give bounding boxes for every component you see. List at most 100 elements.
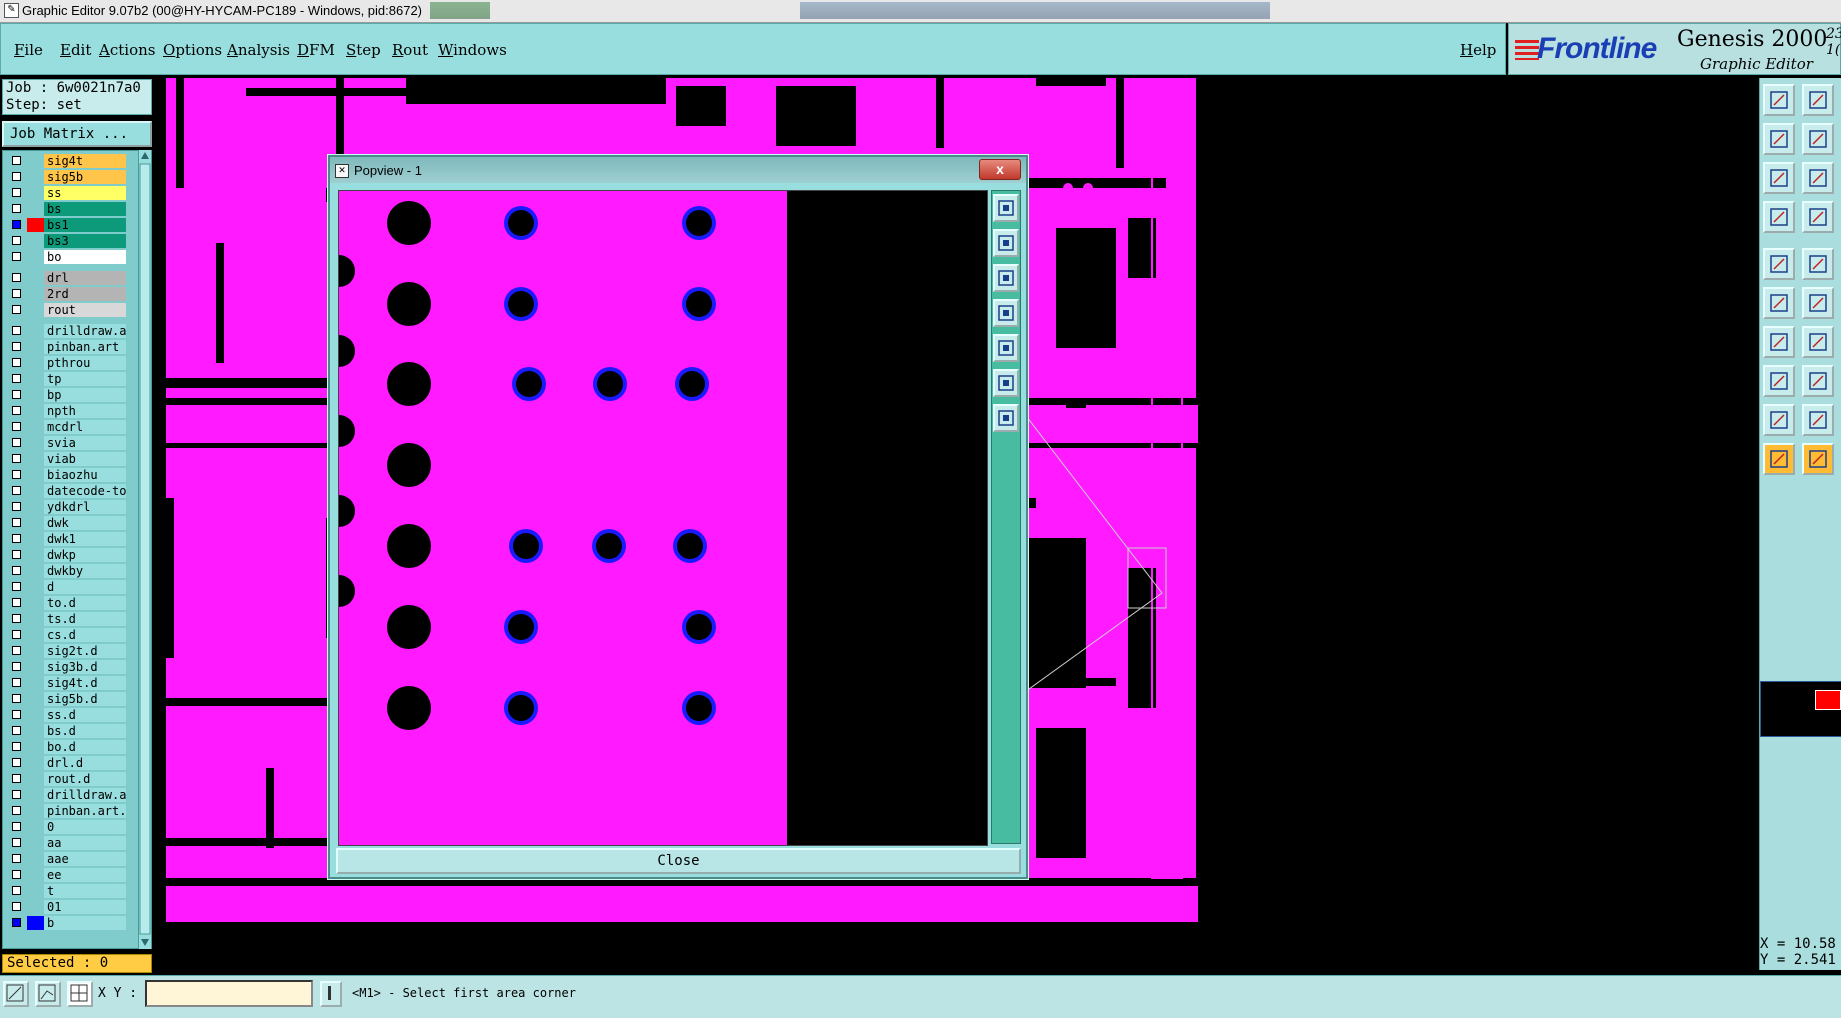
layer-row[interactable]: to.d xyxy=(7,596,126,610)
popview-canvas[interactable] xyxy=(338,190,988,846)
layer-checkbox[interactable] xyxy=(12,236,21,245)
layer-row[interactable]: bo xyxy=(7,250,126,264)
menu-windows[interactable]: Windows xyxy=(438,41,507,59)
layer-checkbox[interactable] xyxy=(12,550,21,559)
layer-checkbox[interactable] xyxy=(12,252,21,261)
layer-checkbox[interactable] xyxy=(12,566,21,575)
menu-rout[interactable]: Rout xyxy=(392,41,428,59)
layer-row[interactable]: rout xyxy=(7,303,126,317)
layer-checkbox[interactable] xyxy=(12,422,21,431)
layer-checkbox[interactable] xyxy=(12,188,21,197)
layer-row[interactable]: dwk1 xyxy=(7,532,126,546)
menu-dfm[interactable]: DFM xyxy=(297,41,335,59)
layer-checkbox[interactable] xyxy=(12,204,21,213)
layer-checkbox[interactable] xyxy=(12,326,21,335)
zoom-icon[interactable] xyxy=(1763,201,1795,233)
angle-icon[interactable] xyxy=(1763,325,1795,358)
select-icon[interactable] xyxy=(1802,442,1834,475)
layer-checkbox[interactable] xyxy=(12,470,21,479)
layer-row[interactable]: bp xyxy=(7,388,126,402)
layer-row[interactable]: biaozhu xyxy=(7,468,126,482)
snap-icon[interactable] xyxy=(1802,286,1834,319)
layer-row[interactable]: pinban.art xyxy=(7,340,126,354)
layer-row[interactable]: sig4t xyxy=(7,154,126,168)
popview-title-bar[interactable]: ✕ Popview - 1 x xyxy=(330,157,1026,183)
layer-checkbox[interactable] xyxy=(12,710,21,719)
layer-row[interactable]: aae xyxy=(7,852,126,866)
layer-row[interactable]: sig3b.d xyxy=(7,660,126,674)
layer-row[interactable]: 0 xyxy=(7,820,126,834)
layer-row[interactable]: pinban.art.d xyxy=(7,804,126,818)
layer-checkbox[interactable] xyxy=(12,726,21,735)
layer-checkbox[interactable] xyxy=(12,902,21,911)
layer-row[interactable]: dwkby xyxy=(7,564,126,578)
pointer-icon[interactable] xyxy=(1763,442,1795,475)
move-up-icon[interactable] xyxy=(1763,84,1795,116)
layer-row[interactable]: sig4t.d xyxy=(7,676,126,690)
dash-icon[interactable] xyxy=(1802,364,1834,397)
line-tool-icon[interactable] xyxy=(1802,247,1834,280)
layer-row[interactable]: svia xyxy=(7,436,126,450)
layer-row[interactable]: drl xyxy=(7,271,126,285)
layer-checkbox[interactable] xyxy=(12,454,21,463)
move-down-icon[interactable] xyxy=(1802,84,1834,116)
zoom-area-icon[interactable] xyxy=(3,981,29,1007)
layer-row[interactable]: dwkp xyxy=(7,548,126,562)
move-right-icon[interactable] xyxy=(993,334,1019,362)
layer-checkbox[interactable] xyxy=(12,438,21,447)
grid-icon[interactable] xyxy=(1802,201,1834,233)
layer-checkbox[interactable] xyxy=(12,870,21,879)
layer-checkbox[interactable] xyxy=(12,758,21,767)
layer-row[interactable]: npth xyxy=(7,404,126,418)
layer-checkbox[interactable] xyxy=(12,518,21,527)
layer-checkbox[interactable] xyxy=(12,742,21,751)
layer-row[interactable]: bs1 xyxy=(7,218,126,232)
move-down-icon[interactable] xyxy=(993,264,1019,292)
fit-icon[interactable] xyxy=(1763,162,1795,194)
layer-checkbox[interactable] xyxy=(12,806,21,815)
layer-row[interactable]: 2rd xyxy=(7,287,126,301)
layer-checkbox[interactable] xyxy=(12,486,21,495)
arrow-a-icon[interactable] xyxy=(1802,403,1834,436)
layer-checkbox[interactable] xyxy=(12,534,21,543)
layer-row[interactable]: drilldraw.ar xyxy=(7,324,126,338)
layer-checkbox[interactable] xyxy=(12,220,21,229)
layer-checkbox[interactable] xyxy=(12,774,21,783)
layer-checkbox[interactable] xyxy=(12,630,21,639)
layer-checkbox[interactable] xyxy=(12,406,21,415)
layer-checkbox[interactable] xyxy=(12,172,21,181)
layer-row[interactable]: cs.d xyxy=(7,628,126,642)
zoom-in-icon[interactable] xyxy=(993,369,1019,397)
pad-icon[interactable] xyxy=(1763,364,1795,397)
layer-checkbox[interactable] xyxy=(12,918,21,927)
triangle-icon[interactable] xyxy=(1763,403,1795,436)
layer-checkbox[interactable] xyxy=(12,646,21,655)
layer-row[interactable]: bs xyxy=(7,202,126,216)
layer-checkbox[interactable] xyxy=(12,678,21,687)
layer-row[interactable]: d xyxy=(7,580,126,594)
pan-icon[interactable] xyxy=(1802,162,1834,194)
menu-help[interactable]: Help xyxy=(1460,41,1496,59)
slash-icon[interactable] xyxy=(1802,325,1834,358)
layer-checkbox[interactable] xyxy=(12,854,21,863)
layer-checkbox[interactable] xyxy=(12,582,21,591)
layer-checkbox[interactable] xyxy=(12,374,21,383)
layer-checkbox[interactable] xyxy=(12,886,21,895)
layer-row[interactable]: viab xyxy=(7,452,126,466)
layer-row[interactable]: sig5b xyxy=(7,170,126,184)
move-left-icon[interactable] xyxy=(993,299,1019,327)
layer-list-scrollbar[interactable] xyxy=(138,150,151,949)
move-up-icon[interactable] xyxy=(993,229,1019,257)
layer-row[interactable]: sig5b.d xyxy=(7,692,126,706)
menu-edit[interactable]: Edit xyxy=(60,41,91,59)
layer-row[interactable]: t xyxy=(7,884,126,898)
layer-checkbox[interactable] xyxy=(12,342,21,351)
layer-row[interactable]: mcdrl xyxy=(7,420,126,434)
layer-row[interactable]: datecode-to xyxy=(7,484,126,498)
layer-row[interactable]: pthrou xyxy=(7,356,126,370)
layer-row[interactable]: drilldraw.a xyxy=(7,788,126,802)
job-matrix-button[interactable]: Job Matrix ... xyxy=(2,121,152,147)
zoom-out-icon[interactable] xyxy=(993,404,1019,432)
layer-checkbox[interactable] xyxy=(12,790,21,799)
layer-checkbox[interactable] xyxy=(12,156,21,165)
